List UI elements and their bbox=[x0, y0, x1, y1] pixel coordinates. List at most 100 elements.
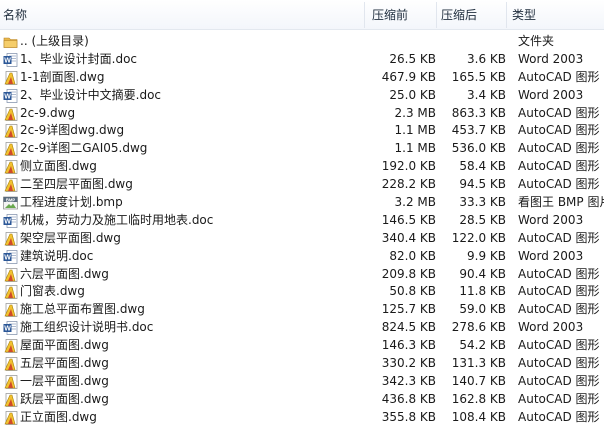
file-name: .. (上级目录) bbox=[20, 34, 89, 48]
file-name: 2c-9.dwg bbox=[20, 105, 76, 120]
file-type: AutoCAD 图形 bbox=[518, 373, 600, 388]
column-header-type[interactable]: 类型 bbox=[512, 0, 536, 30]
file-type: AutoCAD 图形 bbox=[518, 105, 600, 120]
compressed-size: 278.6 KB bbox=[451, 320, 506, 335]
autocad-drawing-icon bbox=[3, 357, 18, 371]
autocad-drawing-icon bbox=[3, 303, 18, 318]
original-size: 467.9 KB bbox=[381, 69, 436, 84]
file-row[interactable]: 二至四层平面图.dwg 228.2 KB 94.5 KB AutoCAD 图形 bbox=[0, 176, 604, 194]
file-type: AutoCAD 图形 bbox=[518, 356, 600, 371]
file-list: .. (上级目录) 文件夹 W 1、毕业设计封面.doc 26.5 KB 3.6 KB Wo… bbox=[0, 33, 604, 427]
autocad-drawing-icon bbox=[3, 178, 18, 192]
file-name: 建筑说明.doc bbox=[20, 248, 94, 263]
file-row[interactable]: BMP 工程进度计划.bmp 3.2 MB 33.3 KB 看图王 BMP 图片 bbox=[0, 194, 604, 212]
file-type: AutoCAD 图形 bbox=[518, 302, 600, 317]
compressed-size: 108.4 KB bbox=[451, 409, 506, 424]
file-row[interactable]: 1-1剖面图.dwg 467.9 KB 165.5 KB AutoCAD 图形 bbox=[0, 69, 604, 87]
file-row[interactable]: 侧立面图.dwg 192.0 KB 58.4 KB AutoCAD 图形 bbox=[0, 158, 604, 176]
file-type: Word 2003 bbox=[518, 320, 584, 335]
file-type: AutoCAD 图形 bbox=[518, 123, 600, 138]
column-header-compressed-size[interactable]: 压缩后 bbox=[441, 0, 477, 30]
autocad-drawing-icon bbox=[3, 285, 18, 300]
svg-text:W: W bbox=[4, 326, 11, 333]
column-divider[interactable] bbox=[364, 2, 365, 28]
file-row[interactable]: 2c-9.dwg 2.3 MB 863.3 KB AutoCAD 图形 bbox=[0, 105, 604, 123]
autocad-drawing-icon bbox=[3, 375, 18, 389]
word-document-icon: W bbox=[3, 249, 18, 264]
word-document-icon: W bbox=[3, 214, 18, 228]
file-row[interactable]: 正立面图.dwg 355.8 KB 108.4 KB AutoCAD 图形 bbox=[0, 409, 604, 427]
compressed-size: 94.5 KB bbox=[459, 177, 506, 192]
file-type: AutoCAD 图形 bbox=[518, 69, 600, 84]
file-row[interactable]: W 1、毕业设计封面.doc 26.5 KB 3.6 KB Word 2003 bbox=[0, 51, 604, 69]
file-name: 架空层平面图.dwg bbox=[20, 230, 121, 245]
autocad-drawing-icon bbox=[3, 70, 18, 85]
original-size: 340.4 KB bbox=[381, 230, 436, 245]
file-row[interactable]: 六层平面图.dwg 209.8 KB 90.4 KB AutoCAD 图形 bbox=[0, 266, 604, 284]
folder-icon bbox=[3, 35, 18, 49]
compressed-size: 9.9 KB bbox=[467, 248, 506, 263]
file-name: 施工组织设计说明书.doc bbox=[20, 320, 154, 335]
original-size: 209.8 KB bbox=[381, 266, 436, 281]
file-name: 五层平面图.dwg bbox=[20, 356, 109, 371]
file-name: 2、毕业设计中文摘要.doc bbox=[20, 87, 162, 102]
file-row[interactable]: 一层平面图.dwg 342.3 KB 140.7 KB AutoCAD 图形 bbox=[0, 373, 604, 391]
column-divider[interactable] bbox=[506, 2, 507, 28]
file-row[interactable]: .. (上级目录) 文件夹 bbox=[0, 33, 604, 51]
original-size: 824.5 KB bbox=[381, 320, 436, 335]
compressed-size: 536.0 KB bbox=[451, 141, 506, 156]
file-row[interactable]: 架空层平面图.dwg 340.4 KB 122.0 KB AutoCAD 图形 bbox=[0, 230, 604, 248]
column-header-bar: 名称 压缩前 压缩后 类型 bbox=[0, 0, 604, 30]
svg-text:W: W bbox=[4, 93, 11, 100]
svg-text:W: W bbox=[4, 57, 11, 64]
column-divider[interactable] bbox=[436, 2, 437, 28]
original-size: 355.8 KB bbox=[381, 409, 436, 424]
column-header-name[interactable]: 名称 bbox=[3, 0, 27, 30]
original-size: 26.5 KB bbox=[389, 51, 436, 66]
compressed-size: 90.4 KB bbox=[459, 266, 506, 281]
autocad-drawing-icon bbox=[3, 392, 18, 407]
file-row[interactable]: W 2、毕业设计中文摘要.doc 25.0 KB 3.4 KB Word 2003 bbox=[0, 87, 604, 105]
file-name: 1、毕业设计封面.doc bbox=[20, 51, 138, 66]
file-type: AutoCAD 图形 bbox=[518, 159, 600, 174]
file-type: AutoCAD 图形 bbox=[518, 391, 600, 406]
original-size: 330.2 KB bbox=[381, 356, 436, 371]
file-name: 1-1剖面图.dwg bbox=[20, 69, 105, 84]
file-name: 施工总平面布置图.dwg bbox=[20, 302, 145, 317]
file-row[interactable]: 门窗表.dwg 50.8 KB 11.8 KB AutoCAD 图形 bbox=[0, 283, 604, 301]
file-row[interactable]: W 施工组织设计说明书.doc 824.5 KB 278.6 KB Word 2003 bbox=[0, 319, 604, 337]
file-row[interactable]: 2c-9详图二GAI05.dwg 1.1 MB 536.0 KB AutoCAD 图形 bbox=[0, 140, 604, 158]
file-name: 正立面图.dwg bbox=[20, 409, 97, 424]
file-name: 机械，劳动力及施工临时用地表.doc bbox=[20, 212, 214, 227]
compressed-size: 3.4 KB bbox=[467, 87, 506, 102]
file-name: 门窗表.dwg bbox=[20, 284, 85, 299]
file-row[interactable]: W 机械，劳动力及施工临时用地表.doc 146.5 KB 28.5 KB Word 2… bbox=[0, 212, 604, 230]
file-name: 侧立面图.dwg bbox=[20, 159, 97, 174]
file-type: 看图王 BMP 图片 bbox=[518, 195, 604, 210]
file-row[interactable]: 施工总平面布置图.dwg 125.7 KB 59.0 KB AutoCAD 图形 bbox=[0, 301, 604, 319]
file-type: 文件夹 bbox=[518, 34, 555, 48]
autocad-drawing-icon bbox=[3, 410, 18, 425]
file-type: AutoCAD 图形 bbox=[518, 141, 600, 156]
file-type: AutoCAD 图形 bbox=[518, 338, 600, 353]
column-header-original-size[interactable]: 压缩前 bbox=[372, 0, 408, 30]
file-row[interactable]: 2c-9详图dwg.dwg 1.1 MB 453.7 KB AutoCAD 图形 bbox=[0, 122, 604, 140]
autocad-drawing-icon bbox=[3, 339, 18, 353]
autocad-drawing-icon bbox=[3, 267, 18, 282]
original-size: 436.8 KB bbox=[381, 391, 436, 406]
original-size: 25.0 KB bbox=[389, 87, 436, 102]
file-row[interactable]: W 建筑说明.doc 82.0 KB 9.9 KB Word 2003 bbox=[0, 248, 604, 266]
compressed-size: 863.3 KB bbox=[451, 105, 506, 120]
original-size: 146.3 KB bbox=[381, 338, 436, 353]
word-document-icon: W bbox=[3, 321, 18, 336]
original-size: 192.0 KB bbox=[381, 159, 436, 174]
file-name: 六层平面图.dwg bbox=[20, 266, 109, 281]
file-name: 二至四层平面图.dwg bbox=[20, 177, 133, 192]
file-row[interactable]: 跃层平面图.dwg 436.8 KB 162.8 KB AutoCAD 图形 bbox=[0, 391, 604, 409]
compressed-size: 122.0 KB bbox=[451, 230, 506, 245]
original-size: 125.7 KB bbox=[381, 302, 436, 317]
file-row[interactable]: 屋面平面图.dwg 146.3 KB 54.2 KB AutoCAD 图形 bbox=[0, 337, 604, 355]
compressed-size: 165.5 KB bbox=[451, 69, 506, 84]
file-row[interactable]: 五层平面图.dwg 330.2 KB 131.3 KB AutoCAD 图形 bbox=[0, 355, 604, 373]
original-size: 3.2 MB bbox=[394, 195, 436, 210]
